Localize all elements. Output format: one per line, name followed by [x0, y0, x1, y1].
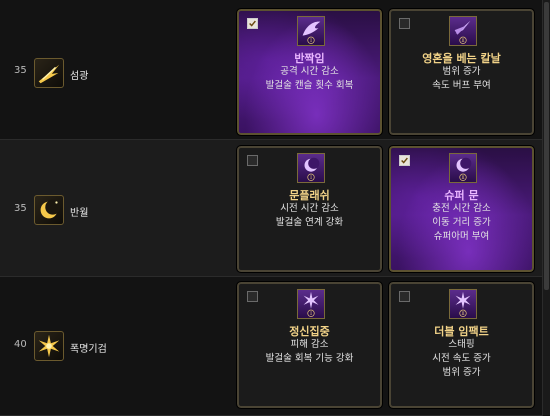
tripod-option-card[interactable]: II 영혼을 베는 칼날 범위 증가 속도 버프 부여 [388, 8, 535, 136]
effect-line: 시전 시간 감소 [280, 203, 339, 214]
effect-line: 범위 증가 [442, 367, 481, 378]
tripod-moon-icon: I [297, 153, 325, 183]
skill-level: 35 [14, 203, 27, 214]
option-checkbox[interactable] [399, 18, 410, 29]
skill-level: 40 [14, 339, 27, 350]
option-effects: 시전 시간 감소 발걸술 연계 강화 [239, 202, 380, 230]
option-checkbox[interactable] [247, 291, 258, 302]
effect-line: 공격 시간 감소 [280, 66, 339, 77]
tripod-option-card[interactable]: I 문플래쉬 시전 시간 감소 발걸술 연계 강화 [236, 145, 383, 273]
option-checkbox[interactable] [399, 155, 410, 166]
tripod-wing-icon: I [297, 16, 325, 46]
svg-text:II: II [461, 175, 465, 180]
effect-line: 충전 시간 감소 [432, 203, 491, 214]
option-effects: 스태핑 시전 속도 증가 범위 증가 [391, 338, 532, 380]
effect-line: 범위 증가 [442, 66, 481, 77]
tripod-option-card[interactable]: II 슈퍼 문 충전 시간 감소 이동 거리 증가 슈퍼아머 부여 [388, 145, 535, 273]
option-title: 정신집중 [289, 325, 330, 338]
svg-text:II: II [461, 311, 465, 316]
option-effects: 충전 시간 감소 이동 거리 증가 슈퍼아머 부여 [391, 202, 532, 244]
option-title: 반짝임 [294, 52, 325, 65]
vertical-scrollbar[interactable] [542, 0, 550, 415]
skill-name: 폭명기검 [70, 344, 107, 355]
effect-line: 슈퍼아머 부여 [433, 231, 490, 242]
option-checkbox[interactable] [247, 155, 258, 166]
skill-name: 섬광 [70, 71, 89, 82]
tripod-row-1: 35 섬광 I 반짝임 공격 시간 감소 발걸술 캔슬 횟수 회복 II 영혼을… [0, 0, 543, 140]
option-effects: 피해 감소 발걸술 회복 기능 강화 [239, 338, 380, 366]
effect-line: 발걸술 연계 강화 [275, 217, 344, 228]
option-checkbox[interactable] [247, 18, 258, 29]
tripod-row-3: 40 폭명기검 I 정신집중 피해 감소 발걸술 회복 기능 강화 II 더블 … [0, 277, 543, 416]
tripod-starburst-icon: I [297, 289, 325, 319]
option-effects: 범위 증가 속도 버프 부여 [391, 65, 532, 93]
skill-name: 반월 [70, 208, 89, 219]
option-title: 슈퍼 문 [444, 189, 479, 202]
svg-text:II: II [461, 38, 465, 43]
effect-line: 발걸술 캔슬 횟수 회복 [265, 80, 354, 91]
tripod-option-card[interactable]: II 더블 임팩트 스태핑 시전 속도 증가 범위 증가 [388, 281, 535, 409]
svg-text:I: I [310, 175, 312, 181]
tripod-option-card[interactable]: I 정신집중 피해 감소 발걸술 회복 기능 강화 [236, 281, 383, 409]
svg-text:I: I [310, 311, 312, 317]
effect-line: 이동 거리 증가 [432, 217, 491, 228]
svg-text:I: I [310, 38, 312, 44]
option-title: 문플래쉬 [289, 189, 330, 202]
skill-level: 35 [14, 65, 27, 76]
effect-line: 스태핑 [448, 339, 475, 350]
star-burst-icon [34, 331, 64, 361]
tripod-blade-icon: II [449, 16, 477, 46]
crescent-moon-icon [34, 195, 64, 225]
effect-line: 피해 감소 [290, 339, 329, 350]
option-title: 영혼을 베는 칼날 [422, 52, 501, 65]
golden-flash-icon [34, 58, 64, 88]
tripod-option-card[interactable]: I 반짝임 공격 시간 감소 발걸술 캔슬 횟수 회복 [236, 8, 383, 136]
option-title: 더블 임팩트 [434, 325, 489, 338]
effect-line: 시전 속도 증가 [432, 353, 491, 364]
option-effects: 공격 시간 감소 발걸술 캔슬 횟수 회복 [239, 65, 380, 93]
effect-line: 발걸술 회복 기능 강화 [265, 353, 354, 364]
option-checkbox[interactable] [399, 291, 410, 302]
scroll-thumb[interactable] [544, 2, 549, 290]
tripod-starburst-icon: II [449, 289, 477, 319]
tripod-row-2: 35 반월 I 문플래쉬 시전 시간 감소 발걸술 연계 강화 II 슈퍼 문 … [0, 140, 543, 277]
effect-line: 속도 버프 부여 [432, 80, 491, 91]
tripod-moon-icon: II [449, 153, 477, 183]
